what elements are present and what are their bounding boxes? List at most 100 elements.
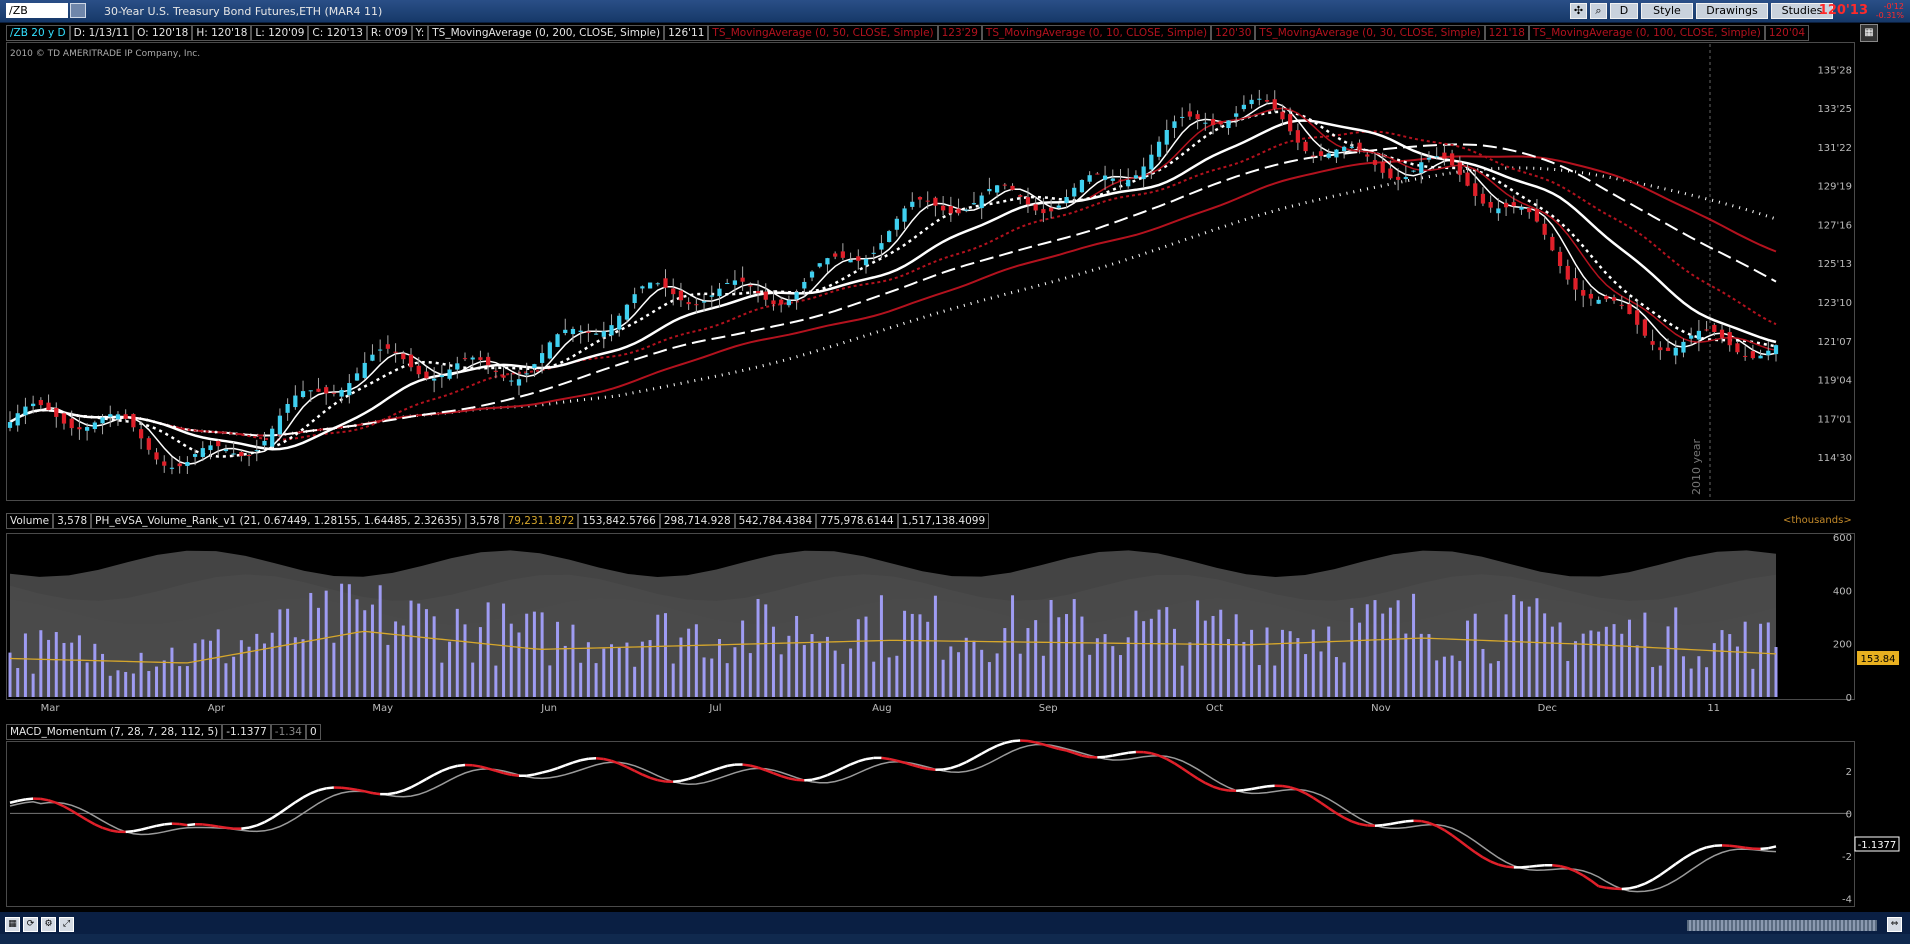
macd-segment xyxy=(819,773,828,780)
macd-segment xyxy=(425,773,435,781)
candle-body xyxy=(92,422,97,430)
month-label: Mar xyxy=(41,703,61,714)
macd-segment xyxy=(318,787,327,792)
volume-bar xyxy=(1705,667,1709,697)
refresh-icon[interactable]: ⟳ xyxy=(23,917,38,932)
zoom-reset-icon[interactable]: ⇔ xyxy=(1887,917,1902,932)
macd-segment xyxy=(842,763,852,770)
candle-body xyxy=(300,391,306,398)
candle-body xyxy=(324,387,329,394)
macd-segment xyxy=(1443,829,1453,837)
volume-axis-label: 400 xyxy=(1833,586,1852,597)
macd-segment xyxy=(780,774,790,780)
volume-bar xyxy=(517,632,521,697)
chart-canvas[interactable]: 135'28 133'25 131'22 129'19 127'16 125'13 123'… xyxy=(0,0,1910,944)
volume-bar xyxy=(895,655,899,697)
volume-bar xyxy=(286,608,290,697)
expand-icon[interactable]: ⤢ xyxy=(59,917,74,932)
macd-segment xyxy=(1498,863,1507,868)
macd-segment xyxy=(1536,863,1545,868)
volume-bar xyxy=(1728,634,1732,697)
candle-body xyxy=(262,440,267,446)
macd-segment xyxy=(241,826,250,830)
candle-body xyxy=(894,218,899,230)
volume-bar xyxy=(1095,638,1099,697)
macd-segment xyxy=(572,759,582,764)
candle-body xyxy=(1743,355,1748,357)
macd-segment xyxy=(850,760,859,766)
macd-segment xyxy=(1081,754,1090,759)
macd-segment xyxy=(202,823,211,827)
macd-segment xyxy=(1760,846,1769,851)
candle-body xyxy=(1735,343,1740,353)
macd-segment xyxy=(25,797,34,801)
header-field: 775,978.6144 xyxy=(816,513,898,529)
volume-bar xyxy=(1527,606,1531,697)
volume-bar xyxy=(1643,612,1647,697)
candle-body xyxy=(709,295,714,297)
candle-body xyxy=(1673,347,1678,356)
volume-bar xyxy=(162,660,166,697)
candle-body xyxy=(1033,204,1038,211)
volume-bar xyxy=(648,640,652,697)
macd-segment xyxy=(1251,786,1260,791)
volume-bar xyxy=(54,632,58,697)
volume-bar xyxy=(656,614,660,697)
volume-bar xyxy=(1111,646,1115,697)
volume-bar xyxy=(1466,620,1470,697)
macd-segment xyxy=(811,776,821,781)
macd-segment xyxy=(973,752,983,760)
volume-bar xyxy=(1280,629,1284,697)
candle-body xyxy=(1056,205,1061,208)
volume-bar xyxy=(810,634,814,697)
volume-bar xyxy=(1573,641,1577,697)
volume-bar xyxy=(486,602,490,697)
macd-segment xyxy=(210,824,219,828)
candle-body xyxy=(131,414,136,428)
volume-bar xyxy=(455,608,459,697)
volume-bar xyxy=(864,616,868,697)
candle-body xyxy=(1203,122,1208,124)
volume-bar xyxy=(201,639,205,697)
layout-icon[interactable]: ▦ xyxy=(5,917,20,932)
volume-bar xyxy=(972,640,976,697)
macd-segment xyxy=(826,770,836,777)
macd-segment xyxy=(1675,857,1685,865)
candle-body xyxy=(1241,104,1246,110)
settings-icon[interactable]: ⚙ xyxy=(41,917,56,932)
volume-bar xyxy=(1566,660,1570,697)
macd-segment xyxy=(750,764,759,769)
volume-bar xyxy=(1589,630,1593,697)
time-scrollbar[interactable] xyxy=(1687,920,1877,931)
macd-segment xyxy=(148,824,157,829)
volume-bar xyxy=(1126,637,1130,697)
volume-bar xyxy=(1689,668,1693,697)
candle-body xyxy=(1326,153,1331,158)
macd-segment xyxy=(1405,819,1414,823)
candle-body xyxy=(1018,195,1023,197)
candle-body xyxy=(1249,99,1254,105)
volume-bar xyxy=(1049,599,1053,697)
volume-bar xyxy=(787,635,791,697)
volume-bar xyxy=(216,629,220,697)
volume-bar xyxy=(1142,621,1146,697)
volume-bar xyxy=(1250,629,1254,697)
macd-segment xyxy=(1552,863,1561,868)
candle-body xyxy=(1473,183,1478,196)
candle-body xyxy=(478,357,483,360)
header-field: 79,231.1872 xyxy=(503,513,579,529)
volume-bar xyxy=(1604,626,1608,697)
volume-bar xyxy=(1535,598,1539,697)
volume-bar xyxy=(903,610,907,697)
macd-segment xyxy=(958,760,967,767)
candle-body xyxy=(432,378,437,381)
volume-bar xyxy=(16,668,20,697)
macd-segment xyxy=(110,829,119,833)
macd-segment xyxy=(1196,777,1206,785)
candle-body xyxy=(586,331,591,333)
macd-segment xyxy=(641,773,651,779)
volume-bar xyxy=(1674,607,1678,697)
volume-bar xyxy=(841,663,845,697)
macd-segment xyxy=(649,776,659,782)
macd-last-value: -1.1377 xyxy=(1858,840,1897,851)
